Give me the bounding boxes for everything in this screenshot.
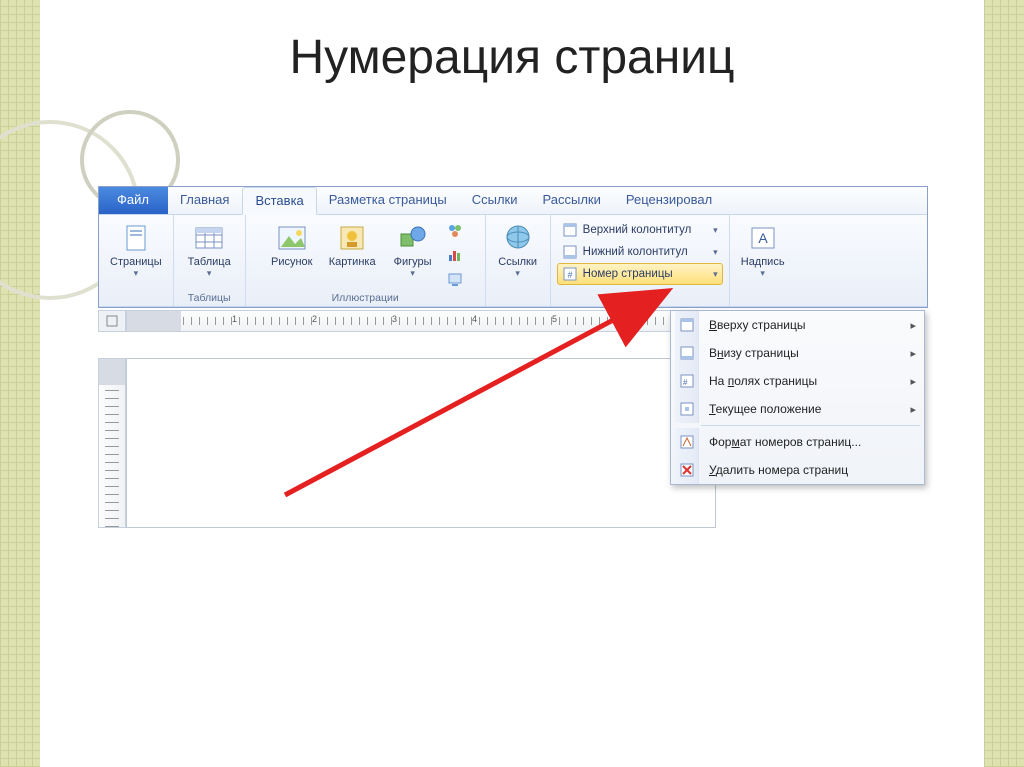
group-links: Ссылки ▾ <box>486 215 551 306</box>
pagenumber-label: Номер страницы <box>583 268 673 280</box>
remove-icon <box>675 456 699 484</box>
link-icon <box>502 222 534 254</box>
textbox-icon: A <box>747 222 779 254</box>
tab-mailings[interactable]: Рассылки <box>531 187 614 214</box>
clipart-label: Картинка <box>329 256 376 268</box>
shapes-icon <box>397 222 429 254</box>
dd-top-of-page[interactable]: Вверху страницы ▸ <box>671 311 924 339</box>
format-icon <box>675 428 699 456</box>
dd-page-margins[interactable]: # На полях страницы ▸ <box>671 367 924 395</box>
picture-icon <box>276 222 308 254</box>
submenu-arrow-icon: ▸ <box>910 319 916 332</box>
textbox-label: Надпись <box>741 256 785 268</box>
chart-button[interactable] <box>444 244 466 266</box>
chevron-down-icon: ▾ <box>760 268 765 279</box>
group-pages-label <box>134 292 137 306</box>
table-label: Таблица <box>188 256 231 268</box>
header-button[interactable]: Верхний колонтитул ▾ <box>557 219 723 241</box>
tab-home[interactable]: Главная <box>168 187 242 214</box>
group-text-label <box>761 292 764 306</box>
horizontal-ruler[interactable]: 1 2 3 4 5 6 <box>98 310 718 332</box>
group-text: A Надпись ▾ <box>730 215 796 306</box>
pagenum-bottom-icon <box>675 339 699 367</box>
header-label: Верхний колонтитул <box>583 224 692 236</box>
illus-small-buttons <box>443 219 467 291</box>
links-button[interactable]: Ссылки ▾ <box>490 217 546 282</box>
pagenum-margin-icon: # <box>675 367 699 395</box>
pagenum-top-icon <box>675 311 699 339</box>
ruler-track[interactable]: 1 2 3 4 5 6 <box>126 310 718 332</box>
svg-text:A: A <box>758 230 768 246</box>
shapes-label: Фигуры <box>394 256 432 268</box>
dropdown-separator <box>701 425 920 426</box>
footer-label: Нижний колонтитул <box>583 246 688 258</box>
pages-button[interactable]: Страницы ▾ <box>103 217 169 282</box>
screenshot-button[interactable] <box>444 268 466 290</box>
page-icon <box>120 222 152 254</box>
ruler-top-margin[interactable] <box>99 359 125 385</box>
links-label: Ссылки <box>498 256 537 268</box>
chevron-down-icon: ▾ <box>515 268 520 279</box>
footer-icon <box>562 244 578 260</box>
picture-button[interactable]: Рисунок <box>264 217 320 271</box>
table-icon <box>193 222 225 254</box>
ruler-corner[interactable] <box>98 310 126 332</box>
svg-text:#: # <box>567 270 572 280</box>
vertical-ruler[interactable] <box>98 358 126 528</box>
pages-label: Страницы <box>110 256 162 268</box>
clipart-icon <box>336 222 368 254</box>
slide-title: Нумерация страниц <box>0 30 1024 85</box>
dd-current-position[interactable]: Текущее положение ▸ <box>671 395 924 423</box>
tab-insert[interactable]: Вставка <box>242 187 316 215</box>
svg-text:#: # <box>683 378 688 387</box>
pagenumber-dropdown: Вверху страницы ▸ Внизу страницы ▸ # На … <box>670 310 925 485</box>
smartart-button[interactable] <box>444 220 466 242</box>
ribbon-body: Страницы ▾ Таблица ▾ <box>99 215 927 307</box>
group-tables: Таблица ▾ Таблицы <box>174 215 246 306</box>
group-hf-label <box>638 292 641 306</box>
picture-label: Рисунок <box>271 256 313 268</box>
tab-review[interactable]: Рецензировал <box>614 187 725 214</box>
group-illus-label: Иллюстрации <box>332 292 399 306</box>
group-illustrations: Рисунок Картинка Фигуры ▾ <box>246 215 486 306</box>
dd-remove-numbers[interactable]: Удалить номера страниц <box>671 456 924 484</box>
pagenumber-button[interactable]: # Номер страницы ▾ <box>557 263 723 285</box>
chevron-down-icon: ▾ <box>207 268 212 279</box>
group-pages: Страницы ▾ <box>99 215 174 306</box>
group-links-label <box>516 292 519 306</box>
shapes-button[interactable]: Фигуры ▾ <box>385 217 441 282</box>
dd-bottom-of-page[interactable]: Внизу страницы ▸ <box>671 339 924 367</box>
clipart-button[interactable]: Картинка <box>322 217 383 271</box>
tab-file[interactable]: Файл <box>99 187 168 214</box>
header-icon <box>562 222 578 238</box>
chevron-down-icon: ▾ <box>134 268 139 279</box>
document-page[interactable] <box>126 358 716 528</box>
chevron-down-icon: ▾ <box>713 225 718 236</box>
submenu-arrow-icon: ▸ <box>910 347 916 360</box>
ribbon-tabs: Файл Главная Вставка Разметка страницы С… <box>99 187 927 215</box>
dd-format-numbers[interactable]: Формат номеров страниц... <box>671 428 924 456</box>
chevron-down-icon: ▾ <box>713 269 718 280</box>
word-ribbon: Файл Главная Вставка Разметка страницы С… <box>98 186 928 308</box>
pagenum-current-icon <box>675 395 699 423</box>
chevron-down-icon: ▾ <box>410 268 415 279</box>
textbox-button[interactable]: A Надпись ▾ <box>734 217 792 282</box>
submenu-arrow-icon: ▸ <box>910 403 916 416</box>
table-button[interactable]: Таблица ▾ <box>181 217 238 282</box>
tab-references[interactable]: Ссылки <box>460 187 531 214</box>
footer-button[interactable]: Нижний колонтитул ▾ <box>557 241 723 263</box>
group-tables-label: Таблицы <box>188 292 231 306</box>
ruler-numbers: 1 2 3 4 5 6 <box>127 311 717 331</box>
submenu-arrow-icon: ▸ <box>910 375 916 388</box>
tab-layout[interactable]: Разметка страницы <box>317 187 460 214</box>
pagenumber-icon: # <box>562 266 578 282</box>
group-headerfooter: Верхний колонтитул ▾ Нижний колонтитул ▾… <box>551 215 730 306</box>
chevron-down-icon: ▾ <box>713 247 718 258</box>
